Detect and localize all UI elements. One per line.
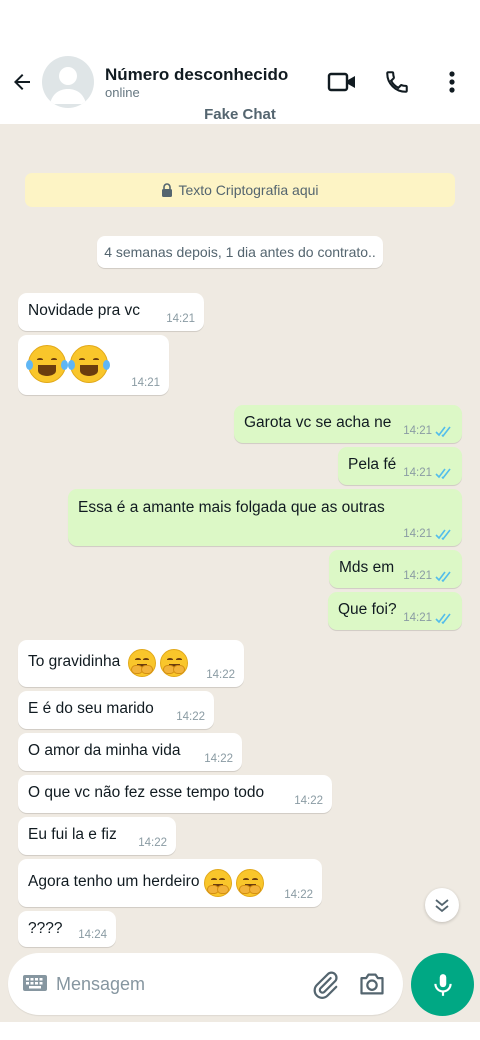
message-time: 14:21 bbox=[403, 612, 432, 624]
video-call-icon[interactable] bbox=[326, 66, 358, 98]
message-text: Garota vc se acha ne bbox=[244, 414, 392, 431]
message-text: Mds em bbox=[339, 559, 395, 576]
message-text: ???? bbox=[28, 920, 63, 937]
date-chip-text: 4 semanas depois, 1 dia antes do contrat… bbox=[104, 244, 376, 260]
camera-icon[interactable] bbox=[358, 970, 386, 1003]
message-input[interactable]: Mensagem bbox=[56, 974, 145, 995]
message-bubble[interactable]: Garota vc se acha ne 14:21 bbox=[234, 405, 462, 443]
message-time: 14:21 bbox=[403, 570, 432, 582]
message-text: O que vc não fez esse tempo todo bbox=[28, 784, 265, 801]
avatar[interactable] bbox=[42, 56, 94, 108]
emoji-group bbox=[128, 649, 189, 677]
read-ticks-icon bbox=[435, 468, 451, 479]
message-bubble[interactable]: Eu fui la e fiz 14:22 bbox=[18, 817, 176, 855]
message-time: 14:22 bbox=[206, 669, 235, 681]
message-bubble[interactable]: Pela fé 14:21 bbox=[338, 447, 462, 485]
hand-over-mouth-emoji bbox=[204, 869, 232, 897]
emoji-group bbox=[204, 869, 265, 897]
emoji-group bbox=[26, 345, 111, 383]
read-ticks-icon bbox=[435, 571, 451, 582]
message-time: 14:22 bbox=[284, 889, 313, 901]
encryption-notice[interactable]: Texto Criptografia aqui bbox=[25, 173, 455, 207]
message-text: Que foi? bbox=[338, 601, 397, 618]
message-time: 14:22 bbox=[138, 837, 167, 849]
message-text: Novidade pra vc bbox=[28, 302, 141, 319]
read-ticks-icon bbox=[435, 613, 451, 624]
message-input-bar[interactable]: Mensagem bbox=[8, 953, 403, 1015]
back-arrow-icon[interactable] bbox=[8, 66, 36, 98]
fake-chat-label: Fake Chat bbox=[204, 106, 276, 123]
message-bubble[interactable]: 14:21 bbox=[18, 335, 169, 395]
more-vert-icon[interactable] bbox=[436, 66, 468, 98]
message-text: E é do seu marido bbox=[28, 700, 154, 717]
hand-over-mouth-emoji bbox=[128, 649, 156, 677]
message-bubble[interactable]: Novidade pra vc 14:21 bbox=[18, 293, 204, 331]
encryption-notice-text: Texto Criptografia aqui bbox=[178, 182, 319, 198]
message-time: 14:22 bbox=[204, 753, 233, 765]
message-text: Pela fé bbox=[348, 456, 397, 473]
message-time: 14:21 bbox=[403, 467, 432, 479]
mic-icon bbox=[433, 973, 452, 996]
message-time: 14:21 bbox=[166, 313, 195, 325]
message-time: 14:21 bbox=[403, 528, 432, 540]
message-bubble[interactable]: O amor da minha vida 14:22 bbox=[18, 733, 242, 771]
mic-button[interactable] bbox=[411, 953, 474, 1016]
message-time: 14:24 bbox=[78, 929, 107, 941]
message-bubble[interactable]: Mds em 14:21 bbox=[329, 550, 462, 588]
message-bubble[interactable]: Agora tenho um herdeiro 14:22 bbox=[18, 859, 322, 907]
message-bubble[interactable]: To gravidinha 14:22 bbox=[18, 640, 244, 687]
keyboard-icon[interactable] bbox=[22, 973, 48, 998]
message-time: 14:21 bbox=[403, 425, 432, 437]
chat-header: Número desconhecido online Fake Chat bbox=[0, 0, 480, 124]
lock-icon bbox=[162, 183, 173, 197]
message-time: 14:21 bbox=[131, 377, 160, 389]
message-bubble[interactable]: Essa é a amante mais folgada que as outr… bbox=[68, 489, 462, 546]
double-chevron-down-icon bbox=[435, 899, 449, 913]
tears-of-joy-emoji bbox=[68, 345, 111, 383]
bottom-strip bbox=[0, 1022, 480, 1040]
message-text: To gravidinha bbox=[28, 653, 121, 670]
message-bubble[interactable]: O que vc não fez esse tempo todo 14:22 bbox=[18, 775, 332, 813]
read-ticks-icon bbox=[435, 529, 451, 540]
message-text: Essa é a amante mais folgada que as outr… bbox=[78, 499, 385, 516]
message-time: 14:22 bbox=[294, 795, 323, 807]
date-chip: 4 semanas depois, 1 dia antes do contrat… bbox=[97, 236, 383, 268]
hand-over-mouth-emoji bbox=[236, 869, 265, 897]
message-time: 14:22 bbox=[176, 711, 205, 723]
attach-icon[interactable] bbox=[310, 970, 340, 1005]
tears-of-joy-emoji bbox=[26, 345, 68, 383]
contact-name[interactable]: Número desconhecido bbox=[105, 65, 288, 85]
message-text: Eu fui la e fiz bbox=[28, 826, 117, 843]
message-bubble[interactable]: ???? 14:24 bbox=[18, 911, 116, 947]
message-text: Agora tenho um herdeiro bbox=[28, 873, 200, 890]
scroll-down-button[interactable] bbox=[425, 888, 459, 922]
read-ticks-icon bbox=[435, 426, 451, 437]
contact-status: online bbox=[105, 85, 140, 100]
message-bubble[interactable]: E é do seu marido 14:22 bbox=[18, 691, 214, 729]
phone-icon[interactable] bbox=[381, 66, 413, 98]
hand-over-mouth-emoji bbox=[160, 649, 189, 677]
message-bubble[interactable]: Que foi? 14:21 bbox=[328, 592, 462, 630]
message-text: O amor da minha vida bbox=[28, 742, 181, 759]
